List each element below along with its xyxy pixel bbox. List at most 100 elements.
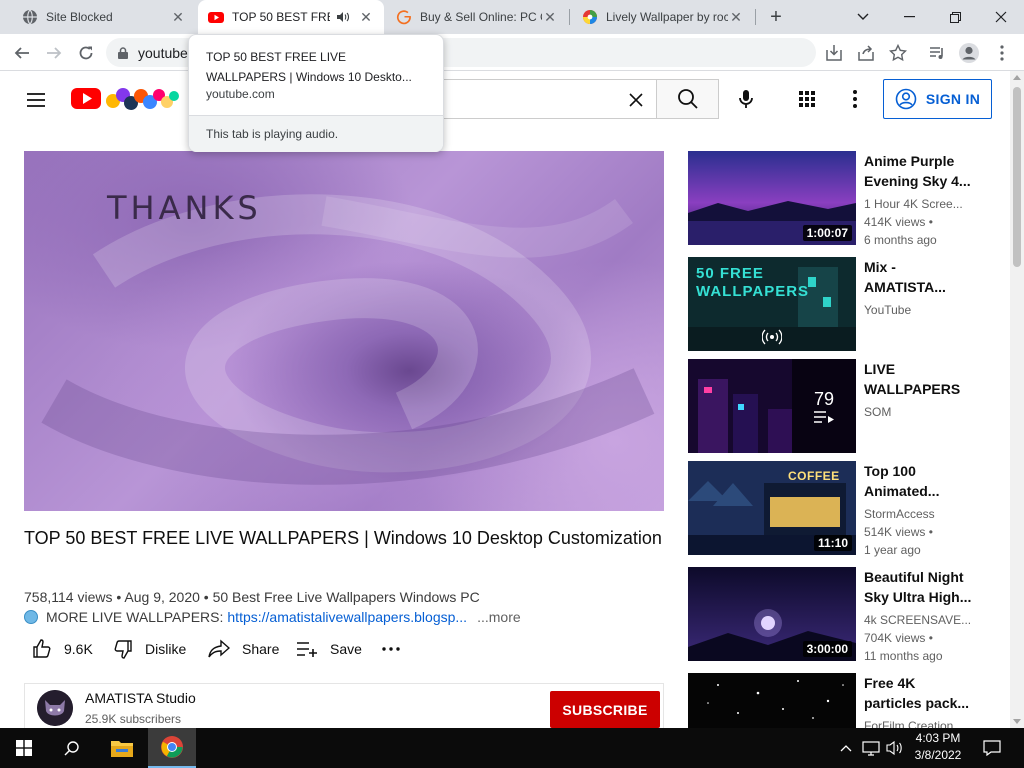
bookmark-button[interactable]: [886, 41, 910, 65]
browser-toolbar: youtube: [0, 34, 1024, 71]
video-duration: 1:00:07: [802, 225, 852, 241]
title-line: Top 100: [864, 463, 916, 479]
close-tab-icon[interactable]: ✕: [358, 9, 374, 25]
related-video-title[interactable]: LIVE WALLPAPERS: [864, 359, 974, 399]
video-thumbnail[interactable]: [688, 673, 856, 728]
tab-youtube[interactable]: TOP 50 BEST FREE ✕: [198, 0, 384, 34]
search-icon: [64, 741, 79, 756]
file-explorer-button[interactable]: [98, 728, 146, 768]
install-icon: [826, 45, 842, 61]
save-label: Save: [330, 641, 362, 657]
meta-separator: •: [203, 589, 213, 605]
related-video-title[interactable]: Anime Purple Evening Sky 4...: [864, 151, 974, 191]
back-button[interactable]: [10, 41, 34, 65]
video-duration: 3:00:00: [802, 641, 852, 657]
page-scrollbar[interactable]: [1010, 71, 1024, 728]
youtube-logo[interactable]: [71, 83, 179, 113]
new-tab-button[interactable]: +: [766, 6, 786, 28]
share-button[interactable]: Share: [208, 636, 279, 662]
close-window-button[interactable]: [978, 0, 1024, 34]
title-line: Mix -: [864, 259, 896, 275]
apps-grid-icon[interactable]: [795, 87, 819, 111]
video-overlay-text: THANKS: [107, 189, 262, 227]
sign-in-button[interactable]: SIGN IN: [883, 79, 992, 119]
related-age: 1 year ago: [864, 543, 921, 557]
more-horiz-icon: [382, 647, 400, 651]
arrow-left-icon: [14, 47, 29, 59]
tab-search-button[interactable]: [840, 0, 886, 34]
chrome-taskbar-button[interactable]: [148, 728, 196, 768]
microphone-icon[interactable]: [734, 87, 758, 111]
related-video-item[interactable]: Free 4K particles pack... ForFilm Creati…: [688, 673, 998, 728]
video-thumbnail[interactable]: 50 FREE WALLPAPERS: [688, 257, 856, 351]
video-thumbnail[interactable]: 3:00:00: [688, 567, 856, 661]
chrome-menu-button[interactable]: [990, 41, 1014, 65]
taskbar-search-button[interactable]: [48, 728, 96, 768]
scrollbar-thumb[interactable]: [1013, 87, 1021, 267]
install-app-button[interactable]: [822, 41, 846, 65]
related-video-item[interactable]: COFFEE 11:10 Top 100 Animated... StormAc…: [688, 461, 998, 557]
channel-name[interactable]: AMATISTA Studio: [85, 690, 196, 706]
speaker-icon[interactable]: [336, 10, 350, 24]
thumbs-up-icon: [33, 639, 51, 658]
video-thumbnail[interactable]: COFFEE 11:10: [688, 461, 856, 555]
share-page-button[interactable]: [854, 41, 878, 65]
forward-button[interactable]: [42, 41, 66, 65]
channel-avatar[interactable]: [37, 690, 73, 726]
description-link[interactable]: https://amatistalivewallpapers.blogsp...: [227, 607, 467, 627]
clear-search-icon[interactable]: [626, 90, 646, 110]
related-video-title[interactable]: Top 100 Animated...: [864, 461, 974, 501]
related-video-title[interactable]: Free 4K particles pack...: [864, 673, 974, 713]
show-more-button[interactable]: ...more: [477, 607, 521, 627]
more-actions-button[interactable]: [382, 636, 412, 662]
subscribe-button[interactable]: SUBSCRIBE: [550, 691, 660, 728]
save-button[interactable]: Save: [296, 636, 362, 662]
tab-lively[interactable]: Lively Wallpaper by roc ✕: [572, 0, 754, 34]
video-thumbnail[interactable]: 1:00:07: [688, 151, 856, 245]
upload-date: Aug 9, 2020: [124, 589, 200, 605]
network-icon: [862, 741, 880, 756]
close-tab-icon[interactable]: ✕: [542, 9, 558, 25]
tab-site-blocked[interactable]: Site Blocked ✕: [12, 0, 196, 34]
dislike-button[interactable]: Dislike: [113, 636, 186, 662]
scroll-up-arrow[interactable]: [1013, 75, 1021, 80]
related-views: 704K views •: [864, 631, 933, 645]
media-control-button[interactable]: [925, 41, 949, 65]
scroll-down-arrow[interactable]: [1013, 719, 1021, 724]
restore-button[interactable]: [932, 0, 978, 34]
search-button[interactable]: [656, 79, 719, 119]
start-button[interactable]: [0, 728, 48, 768]
view-count: 758,114 views: [24, 589, 113, 605]
taskbar-clock[interactable]: 4:03 PM 3/8/2022: [903, 730, 973, 764]
settings-more-icon[interactable]: [843, 87, 867, 111]
close-tab-icon[interactable]: ✕: [728, 9, 744, 25]
volume-icon: [886, 740, 902, 756]
hover-card-domain: youtube.com: [206, 87, 275, 101]
close-tab-icon[interactable]: ✕: [170, 9, 186, 25]
share-arrow-icon: [208, 639, 230, 658]
show-hidden-icons-button[interactable]: [836, 728, 856, 768]
lock-icon: [118, 46, 128, 59]
network-button[interactable]: [860, 728, 882, 768]
related-video-item[interactable]: 3:00:00 Beautiful Night Sky Ultra High..…: [688, 567, 998, 663]
tab-buy-sell[interactable]: Buy & Sell Online: PC G ✕: [386, 0, 568, 34]
menu-icon[interactable]: [24, 88, 48, 112]
action-center-button[interactable]: [976, 728, 1008, 768]
related-video-title[interactable]: Mix - AMATISTA...: [864, 257, 974, 297]
related-video-title[interactable]: Beautiful Night Sky Ultra High...: [864, 567, 974, 607]
thumbnail-text: COFFEE: [788, 469, 840, 483]
minimize-button[interactable]: [886, 0, 932, 34]
related-video-item[interactable]: 50 FREE WALLPAPERS Mix - AMATISTA... You…: [688, 257, 998, 351]
related-video-item[interactable]: 79 LIVE WALLPAPERS SOM: [688, 359, 998, 453]
title-line: Beautiful Night: [864, 569, 964, 585]
profile-button[interactable]: [957, 41, 981, 65]
search-input[interactable]: [440, 79, 656, 119]
like-button[interactable]: 9.6K: [32, 636, 93, 662]
video-thumbnail[interactable]: 79: [688, 359, 856, 453]
video-metadata: 758,114 views • Aug 9, 2020 • 50 Best Fr…: [24, 587, 664, 607]
thumbnail-text-line: WALLPAPERS: [696, 283, 810, 300]
reload-button[interactable]: [74, 41, 98, 65]
video-player[interactable]: THANKS: [24, 151, 664, 511]
video-actions: 9.6K Dislike Share Save: [24, 636, 664, 662]
related-video-item[interactable]: 1:00:07 Anime Purple Evening Sky 4... 1 …: [688, 151, 998, 247]
